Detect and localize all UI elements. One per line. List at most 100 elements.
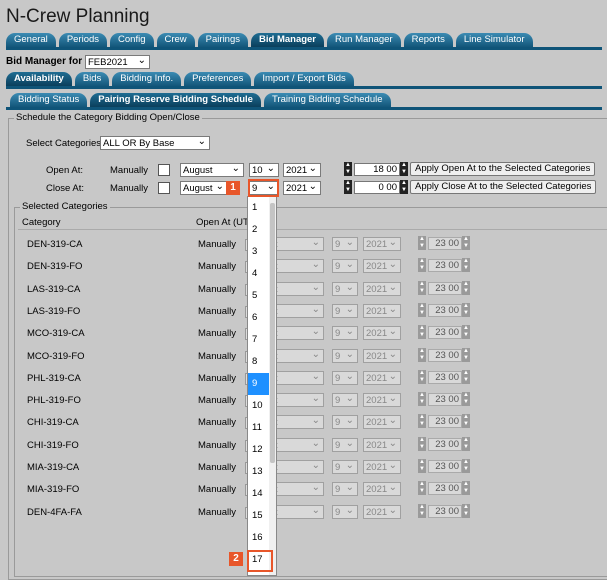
row-spinner[interactable]: ▲ ▼ — [418, 369, 426, 384]
row-day-select[interactable]: 9 — [332, 370, 358, 385]
tab-sub-0[interactable]: Availability — [6, 72, 72, 86]
row-time[interactable]: 23 00 — [428, 393, 462, 407]
row-time[interactable]: 23 00 — [428, 437, 462, 451]
row-time[interactable]: 23 00 — [428, 326, 462, 340]
row-year-select[interactable]: 2021 — [363, 259, 401, 274]
row-spinner[interactable]: ▲ ▼ — [418, 414, 426, 429]
tab-main-4[interactable]: Pairings — [197, 33, 248, 47]
close-at-spinner[interactable]: ▲ ▼ — [344, 180, 352, 194]
row-spinner[interactable]: ▲ ▼ — [418, 347, 426, 362]
row-spinner[interactable]: ▲ ▼ — [418, 236, 426, 250]
row-spinner[interactable]: ▲ ▼ — [418, 258, 426, 273]
open-at-month-select[interactable]: August — [180, 163, 244, 177]
tab-main-3[interactable]: Crew — [156, 33, 195, 47]
row-spinner[interactable]: ▲ ▼ — [418, 459, 426, 473]
tab-schedule-0[interactable]: Bidding Status — [10, 93, 88, 107]
row-minute-spinner[interactable]: ▲ ▼ — [462, 280, 470, 295]
row-minute-spinner[interactable]: ▲ ▼ — [462, 503, 470, 518]
tab-sub-1[interactable]: Bids — [74, 72, 110, 86]
bid-period-select[interactable]: FEB2021 — [85, 55, 150, 69]
row-year-select[interactable]: 2021 — [363, 482, 401, 497]
row-spinner[interactable]: ▲ ▼ — [418, 481, 426, 496]
row-minute-spinner[interactable]: ▲ ▼ — [462, 481, 470, 496]
row-day-select[interactable]: 9 — [332, 393, 358, 408]
row-minute-spinner[interactable]: ▲ ▼ — [462, 392, 470, 407]
row-time[interactable]: 23 00 — [428, 415, 462, 429]
tab-main-0[interactable]: General — [6, 33, 56, 47]
row-day-select[interactable]: 9 — [332, 348, 358, 363]
day-dropdown-list[interactable]: 1 2 3 4 5 6 7 8 9 10 11 12 13 14 15 16 17 — [247, 196, 277, 576]
row-minute-spinner[interactable]: ▲ ▼ — [462, 325, 470, 340]
row-time[interactable]: 23 00 — [428, 504, 462, 518]
open-at-day-select[interactable]: 10 — [249, 163, 279, 177]
close-at-time[interactable]: 0 00 — [354, 181, 400, 194]
row-time[interactable]: 23 00 — [428, 303, 462, 317]
open-at-year-select[interactable]: 2021 — [283, 163, 321, 177]
tab-main-1[interactable]: Periods — [58, 33, 108, 47]
row-day-select[interactable]: 9 — [332, 415, 358, 430]
row-minute-spinner[interactable]: ▲ ▼ — [462, 414, 470, 429]
tab-main-2[interactable]: Config — [110, 33, 154, 47]
row-year-select[interactable]: 2021 — [363, 237, 401, 251]
row-day-select[interactable]: 9 — [332, 259, 358, 274]
row-year-select[interactable]: 2021 — [363, 437, 401, 452]
close-at-minute-spinner[interactable]: ▲ ▼ — [400, 180, 408, 194]
apply-open-at-button[interactable]: Apply Open At to the Selected Categories — [410, 162, 596, 176]
row-minute-spinner[interactable]: ▲ ▼ — [462, 347, 470, 362]
select-categories-select[interactable]: ALL OR By Base — [100, 136, 210, 150]
tab-main-5[interactable]: Bid Manager — [251, 33, 325, 47]
tab-main-6[interactable]: Run Manager — [327, 33, 401, 47]
row-year-select[interactable]: 2021 — [363, 460, 401, 474]
tab-main-8[interactable]: Line Simulator — [455, 33, 533, 47]
row-spinner[interactable]: ▲ ▼ — [418, 503, 426, 518]
row-minute-spinner[interactable]: ▲ ▼ — [462, 436, 470, 451]
row-year-select[interactable]: 2021 — [363, 370, 401, 385]
row-year-select[interactable]: 2021 — [363, 326, 401, 341]
row-minute-spinner[interactable]: ▲ ▼ — [462, 236, 470, 250]
row-day-select[interactable]: 9 — [332, 303, 358, 318]
apply-close-at-button[interactable]: Apply Close At to the Selected Categorie… — [410, 180, 597, 194]
row-time[interactable]: 23 00 — [428, 460, 462, 473]
row-year-select[interactable]: 2021 — [363, 281, 401, 296]
row-day-select[interactable]: 9 — [332, 504, 358, 519]
row-minute-spinner[interactable]: ▲ ▼ — [462, 258, 470, 273]
row-minute-spinner[interactable]: ▲ ▼ — [462, 369, 470, 384]
open-at-time[interactable]: 18 00 — [354, 163, 400, 176]
row-time[interactable]: 23 00 — [428, 259, 462, 273]
open-at-manual-checkbox[interactable] — [158, 164, 170, 176]
tab-schedule-2[interactable]: Training Bidding Schedule — [263, 93, 391, 107]
row-time[interactable]: 23 00 — [428, 370, 462, 384]
row-minute-spinner[interactable]: ▲ ▼ — [462, 459, 470, 473]
row-time[interactable]: 23 00 — [428, 348, 462, 362]
row-time[interactable]: 23 00 — [428, 482, 462, 496]
dropdown-scrollbar[interactable] — [269, 197, 276, 575]
row-year-select[interactable]: 2021 — [363, 303, 401, 318]
row-day-select[interactable]: 9 — [332, 237, 358, 251]
row-year-select[interactable]: 2021 — [363, 393, 401, 408]
close-at-month-select[interactable]: August — [180, 181, 228, 195]
tab-schedule-1[interactable]: Pairing Reserve Bidding Schedule — [90, 93, 261, 107]
row-year-select[interactable]: 2021 — [363, 348, 401, 363]
row-time[interactable]: 23 00 — [428, 281, 462, 295]
row-minute-spinner[interactable]: ▲ ▼ — [462, 302, 470, 317]
row-spinner[interactable]: ▲ ▼ — [418, 302, 426, 317]
open-at-minute-spinner[interactable]: ▲ ▼ — [400, 162, 408, 176]
row-spinner[interactable]: ▲ ▼ — [418, 325, 426, 340]
row-year-select[interactable]: 2021 — [363, 504, 401, 519]
row-time[interactable]: 23 00 — [428, 237, 462, 250]
open-at-spinner[interactable]: ▲ ▼ — [344, 162, 352, 176]
row-spinner[interactable]: ▲ ▼ — [418, 392, 426, 407]
close-at-year-select[interactable]: 2021 — [283, 181, 321, 195]
row-spinner[interactable]: ▲ ▼ — [418, 436, 426, 451]
tab-sub-3[interactable]: Preferences — [184, 72, 252, 86]
row-day-select[interactable]: 9 — [332, 437, 358, 452]
tab-sub-2[interactable]: Bidding Info. — [112, 72, 182, 86]
row-day-select[interactable]: 9 — [332, 326, 358, 341]
row-day-select[interactable]: 9 — [332, 460, 358, 474]
tab-main-7[interactable]: Reports — [403, 33, 453, 47]
row-day-select[interactable]: 9 — [332, 482, 358, 497]
row-year-select[interactable]: 2021 — [363, 415, 401, 430]
row-day-select[interactable]: 9 — [332, 281, 358, 296]
tab-sub-4[interactable]: Import / Export Bids — [254, 72, 354, 86]
row-spinner[interactable]: ▲ ▼ — [418, 280, 426, 295]
